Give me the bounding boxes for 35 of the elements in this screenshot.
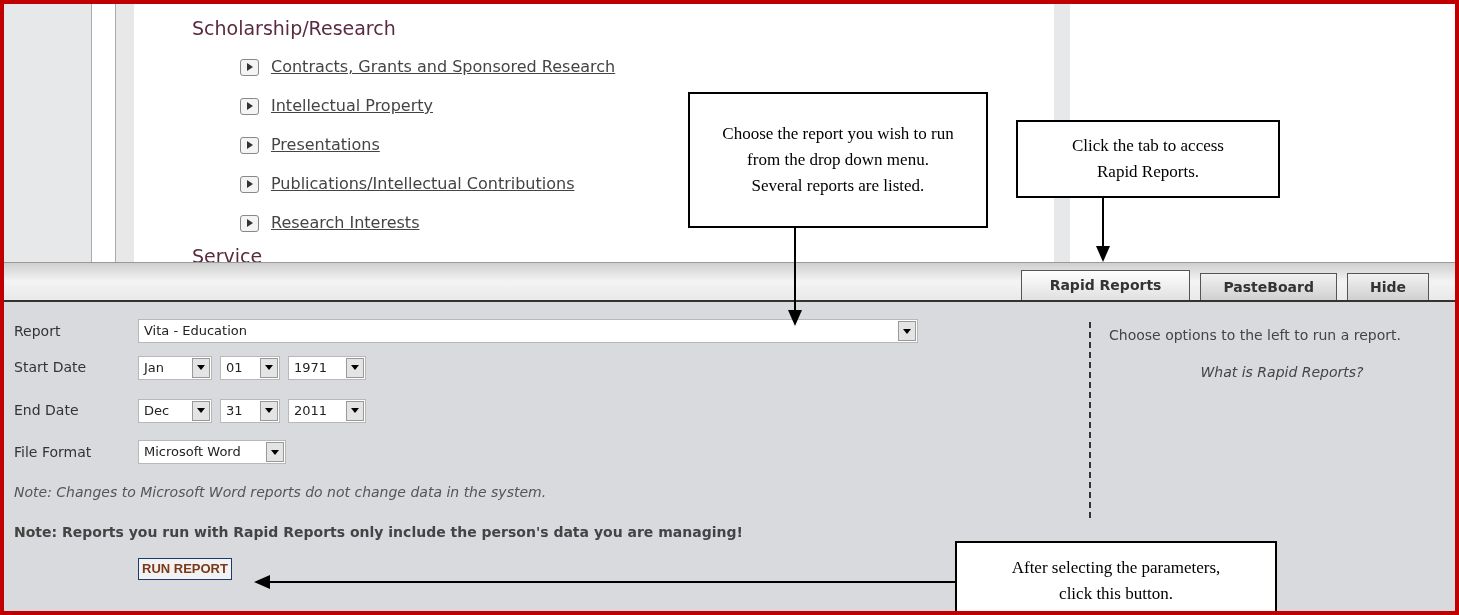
field-label: End Date (14, 401, 80, 420)
outline-link[interactable]: Presentations (271, 133, 380, 157)
expand-icon[interactable] (240, 136, 259, 154)
note-text: Note: Reports you run with Rapid Reports only include the person's data you are managing! (14, 523, 744, 542)
dropdown[interactable]: 31 (220, 398, 280, 423)
tab[interactable]: PasteBoard (1200, 273, 1337, 300)
field-label: Report (14, 321, 62, 341)
dropdown[interactable]: Dec (138, 398, 212, 423)
dropdown[interactable]: 2011 (288, 398, 366, 423)
callout-box: Choose the report you wish to run from the drop down menu. Several reports are listed. (688, 92, 988, 228)
tab[interactable]: Hide (1346, 273, 1429, 300)
field-label: File Format (14, 442, 93, 462)
run-report-button[interactable]: RUN REPORT (138, 558, 232, 580)
outline-link[interactable]: Intellectual Property (271, 94, 433, 118)
callout-box: Click the tab to access Rapid Reports. (1016, 120, 1280, 198)
arrow (1096, 196, 1110, 262)
hint-text: Choose options to the left to run a report. (1109, 326, 1402, 345)
outline-link[interactable]: Research Interests (271, 211, 420, 235)
dropdown[interactable]: 1971 (288, 355, 366, 380)
expand-icon[interactable] (240, 58, 259, 76)
section-heading: Scholarship/Research (192, 16, 397, 40)
dropdown[interactable]: 01 (220, 355, 280, 380)
dropdown[interactable]: Microsoft Word (138, 440, 286, 464)
tab[interactable]: Rapid Reports (1020, 270, 1191, 300)
dropdown[interactable]: Vita - Education (138, 319, 918, 343)
outline-link[interactable]: Publications/Intellectual Contributions (271, 172, 575, 196)
expand-icon[interactable] (240, 97, 259, 115)
dropdown[interactable]: Jan (138, 355, 212, 380)
callout-box: After selecting the parameters, click this button. (955, 541, 1277, 611)
outline-link[interactable]: Contracts, Grants and Sponsored Research (271, 55, 616, 79)
note-text: Note: Changes to Microsoft Word reports do not change data in the system. (14, 483, 548, 502)
expand-icon[interactable] (240, 175, 259, 193)
expand-icon[interactable] (240, 214, 259, 232)
field-label: Start Date (14, 358, 88, 377)
help-link[interactable]: What is Rapid Reports? (1109, 350, 1455, 383)
